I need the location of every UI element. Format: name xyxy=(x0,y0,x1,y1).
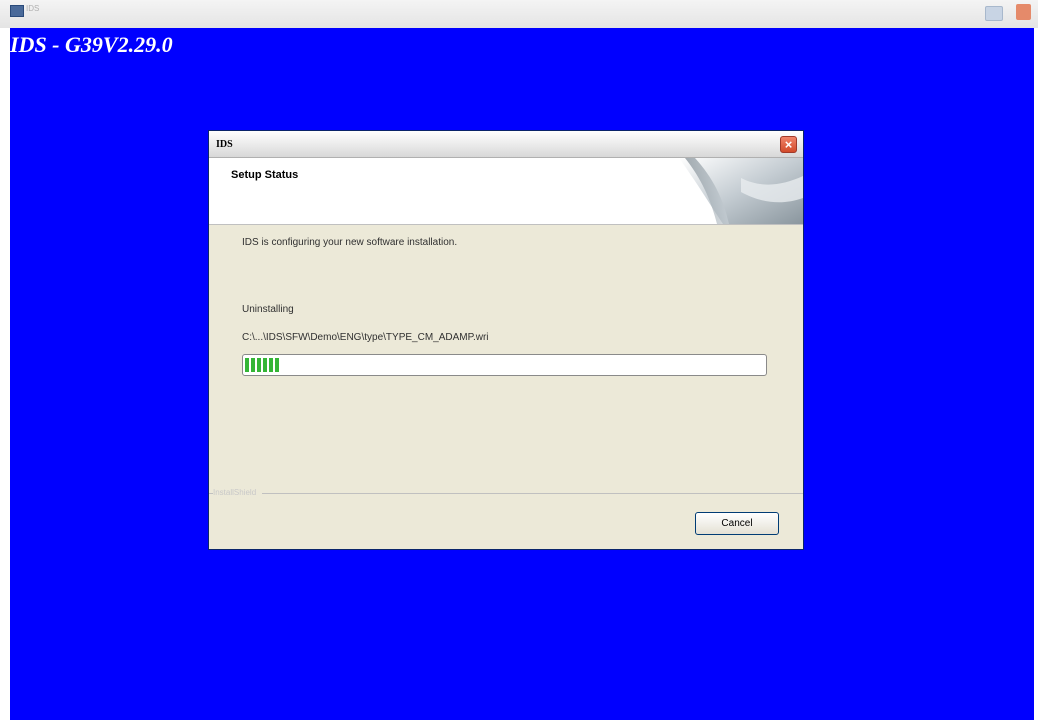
dialog-title: IDS xyxy=(216,139,233,150)
window-border-right xyxy=(1034,28,1038,720)
status-label: Uninstalling xyxy=(242,304,294,315)
minimize-icon[interactable] xyxy=(985,6,1003,21)
divider-line xyxy=(209,493,803,494)
dialog-description: IDS is configuring your new software ins… xyxy=(242,237,458,248)
setup-graphic-icon xyxy=(671,158,803,224)
dialog-titlebar: IDS × xyxy=(209,131,803,158)
window-border-left xyxy=(0,28,10,720)
cancel-button[interactable]: Cancel xyxy=(695,512,779,535)
dialog-close-button[interactable]: × xyxy=(780,136,797,153)
close-icon[interactable] xyxy=(1016,4,1031,20)
dialog-header-panel: Setup Status xyxy=(209,158,803,225)
dialog-header-title: Setup Status xyxy=(231,169,299,181)
progress-bar-fill xyxy=(245,358,281,372)
outer-window-titlebar: IDS xyxy=(0,0,1038,28)
brand-divider: InstallShield xyxy=(209,488,803,498)
status-file-path: C:\...\IDS\SFW\Demo\ENG\type\TYPE_CM_ADA… xyxy=(242,332,489,343)
outer-window-title: IDS xyxy=(26,4,40,13)
setup-status-dialog: IDS × Setup Status IDS is configuring yo… xyxy=(209,131,803,549)
product-title: IDS - G39V2.29.0 xyxy=(10,32,173,57)
app-icon xyxy=(10,5,24,17)
installshield-label: InstallShield xyxy=(213,488,263,497)
progress-bar xyxy=(242,354,767,376)
